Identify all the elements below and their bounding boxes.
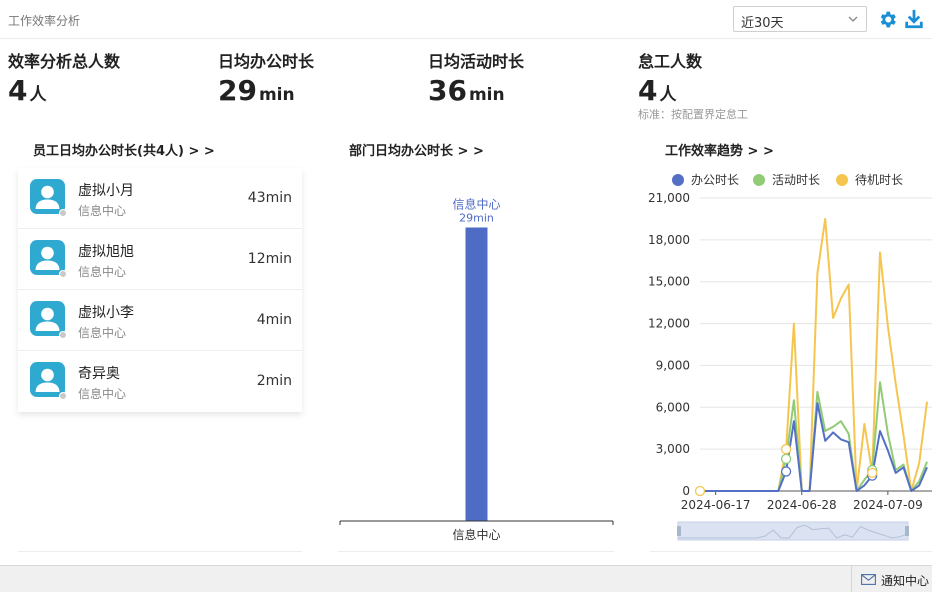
stat-slacking-people: 怠工人数 4人 标准：按配置界定怠工 bbox=[638, 48, 748, 122]
employee-office-time: 4min bbox=[256, 312, 292, 328]
employee-name: 虚拟旭旭 bbox=[78, 244, 134, 260]
employee-row[interactable]: 虚拟小李信息中心 4min bbox=[18, 290, 302, 351]
employee-office-time: 43min bbox=[247, 190, 292, 206]
gear-icon[interactable] bbox=[877, 9, 898, 30]
status-dot bbox=[59, 209, 67, 217]
dept-bar-chart: 信息中心29min信息中心 bbox=[339, 196, 614, 542]
status-dot bbox=[59, 331, 67, 339]
data-point[interactable] bbox=[780, 443, 792, 455]
bar-label-value: 29min bbox=[459, 211, 494, 224]
stat-label: 怠工人数 bbox=[638, 52, 703, 71]
legend-label: 待机时长 bbox=[855, 173, 903, 187]
status-bar: 通知中心 bbox=[0, 565, 932, 592]
stat-unit: min bbox=[468, 85, 505, 105]
data-point[interactable] bbox=[867, 467, 878, 479]
download-icon[interactable] bbox=[903, 8, 925, 30]
data-point[interactable] bbox=[780, 466, 792, 477]
divider bbox=[338, 551, 614, 552]
page-header: 工作效率分析 近30天 bbox=[0, 0, 932, 39]
zoom-handle-right[interactable] bbox=[905, 526, 909, 536]
data-point[interactable] bbox=[694, 485, 706, 497]
employee-row[interactable]: 虚拟小月信息中心 43min bbox=[18, 168, 302, 229]
y-tick-label: 15,000 bbox=[648, 275, 690, 289]
y-tick-label: 21,000 bbox=[648, 191, 690, 205]
notification-center-button[interactable]: 通知中心 bbox=[851, 566, 932, 592]
divider bbox=[650, 551, 932, 552]
employee-office-time: 2min bbox=[256, 373, 292, 389]
divider bbox=[18, 551, 302, 552]
series-line[interactable] bbox=[700, 402, 928, 492]
mail-icon bbox=[861, 574, 876, 585]
y-tick-label: 12,000 bbox=[648, 317, 690, 331]
x-tick-label: 信息中心 bbox=[452, 527, 500, 542]
stat-value: 36 bbox=[428, 74, 467, 107]
data-point[interactable] bbox=[780, 453, 792, 465]
stat-daily-office-time: 日均办公时长 29 min bbox=[218, 48, 314, 107]
bar-label-name: 信息中心 bbox=[452, 196, 500, 211]
x-tick-label: 2024-06-17 bbox=[681, 498, 751, 512]
stat-daily-active-time: 日均活动时长 36 min bbox=[428, 48, 524, 107]
employee-dept: 信息中心 bbox=[78, 387, 127, 401]
y-tick-label: 9,000 bbox=[656, 358, 690, 372]
trend-line-chart: 办公时长 活动时长 待机时长 0 3,000 6,000 9,000 12,000 15,000… bbox=[648, 172, 932, 541]
dept-section-title[interactable]: 部门日均办公时长 > > bbox=[349, 140, 484, 159]
stat-unit: 人 bbox=[29, 85, 47, 105]
employee-dept: 信息中心 bbox=[78, 265, 127, 279]
employee-name: 奇异奥 bbox=[78, 366, 120, 382]
stat-total-people: 效率分析总人数 4人 bbox=[8, 48, 120, 107]
employee-office-time: 12min bbox=[247, 251, 292, 267]
stat-value: 4 bbox=[8, 74, 28, 107]
notification-center-label: 通知中心 bbox=[881, 574, 930, 588]
status-dot bbox=[59, 270, 67, 278]
dept-bar[interactable] bbox=[465, 227, 488, 521]
employee-row[interactable]: 奇异奥信息中心 2min bbox=[18, 351, 302, 412]
stat-note: 标准：按配置界定怠工 bbox=[638, 108, 748, 121]
zoom-slider[interactable] bbox=[677, 521, 909, 541]
x-tick-label: 2024-06-28 bbox=[767, 498, 837, 512]
y-tick-label: 3,000 bbox=[656, 442, 690, 456]
stat-label: 效率分析总人数 bbox=[8, 52, 121, 71]
efficiency-analysis-page: 工作效率分析 近30天 效率分析总人数 4人 日均办公时长 29 min 日均活动… bbox=[0, 0, 932, 592]
employee-dept: 信息中心 bbox=[78, 326, 127, 340]
status-dot bbox=[59, 392, 67, 400]
employee-row[interactable]: 虚拟旭旭信息中心 12min bbox=[18, 229, 302, 290]
chevron-down-icon bbox=[848, 16, 858, 22]
legend-marker bbox=[836, 174, 848, 186]
employee-section-title[interactable]: 员工日均办公时长(共4人) > > bbox=[33, 140, 215, 159]
zoom-handle-left[interactable] bbox=[677, 526, 681, 536]
trend-section-title[interactable]: 工作效率趋势 > > bbox=[665, 140, 774, 159]
employee-name: 虚拟小月 bbox=[78, 183, 134, 199]
stat-value: 29 bbox=[218, 74, 257, 107]
x-tick-label: 2024-07-09 bbox=[853, 498, 923, 512]
stat-unit: 人 bbox=[659, 85, 677, 105]
legend-label: 活动时长 bbox=[772, 173, 820, 187]
y-tick-label: 0 bbox=[682, 484, 690, 498]
legend-label: 办公时长 bbox=[691, 172, 739, 187]
stat-value: 4 bbox=[638, 74, 658, 107]
legend-marker bbox=[672, 174, 684, 186]
stat-label: 日均活动时长 bbox=[428, 52, 525, 71]
period-select[interactable]: 近30天 bbox=[733, 6, 867, 32]
employee-list: 虚拟小月 信息中心 43min 虚拟旭旭 信息中心 12min 虚拟小李 信息中心 4min 奇异… bbox=[18, 168, 302, 412]
stat-unit: min bbox=[258, 85, 295, 105]
employee-dept: 信息中心 bbox=[78, 204, 127, 218]
y-tick-label: 18,000 bbox=[648, 233, 690, 247]
y-tick-label: 6,000 bbox=[656, 400, 690, 414]
stat-label: 日均办公时长 bbox=[218, 52, 315, 71]
legend-marker bbox=[753, 174, 765, 186]
period-select-value: 近30天 bbox=[741, 16, 784, 31]
page-title: 工作效率分析 bbox=[8, 14, 81, 28]
employee-name: 虚拟小李 bbox=[78, 305, 134, 321]
